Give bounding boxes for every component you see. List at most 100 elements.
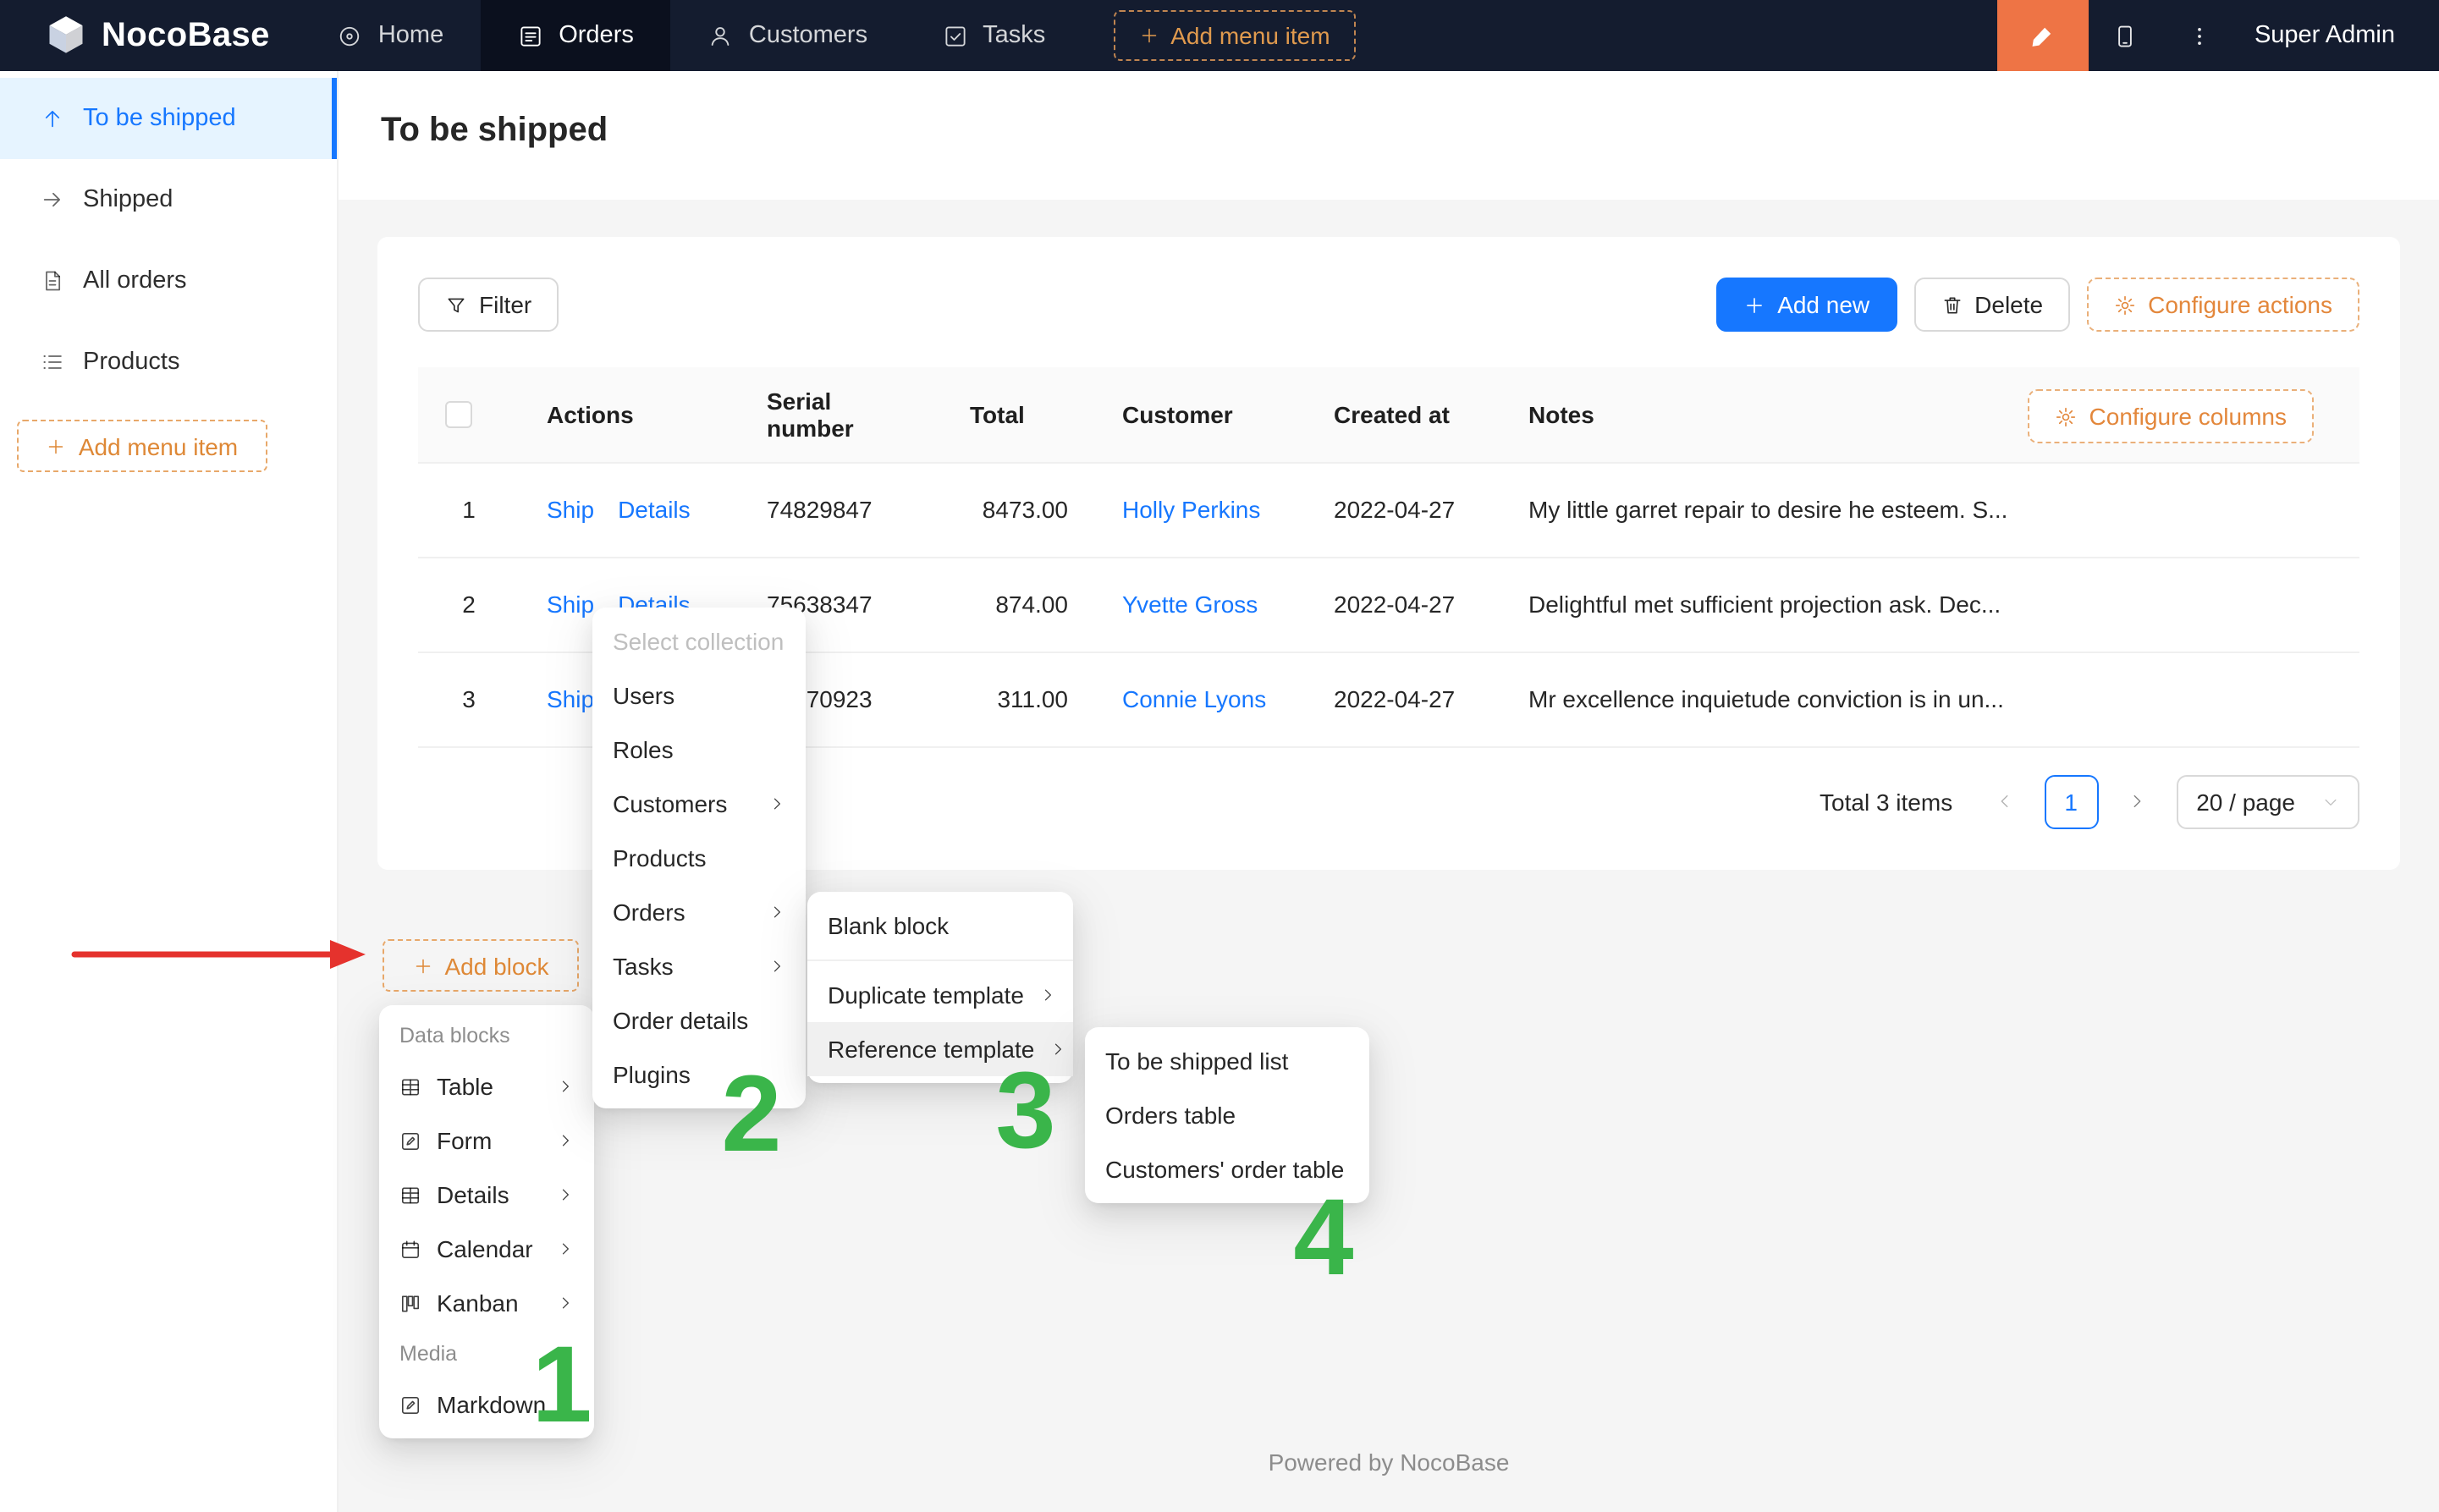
sidebar-item-all-orders[interactable]: All orders	[0, 240, 337, 322]
menu-item-table[interactable]: Table	[379, 1059, 594, 1113]
chevron-right-icon	[768, 795, 785, 812]
chevron-right-icon	[2128, 792, 2146, 811]
row-index: 3	[418, 652, 520, 746]
page-size-select[interactable]: 20 / page	[2176, 774, 2359, 828]
table-icon	[399, 1075, 421, 1097]
orders-icon	[518, 23, 543, 48]
menu-item-users[interactable]: Users	[592, 668, 806, 723]
cell-notes: Delightful met sufficient projection ask…	[1501, 557, 2359, 652]
configure-columns-button[interactable]: Configure columns	[2029, 389, 2314, 443]
add-block-label: Add block	[445, 952, 549, 979]
menu-item-order-details[interactable]: Order details	[592, 993, 806, 1047]
menu-item-products[interactable]: Products	[592, 831, 806, 885]
nav-item-orders[interactable]: Orders	[481, 0, 671, 71]
sidebar-item-shipped[interactable]: Shipped	[0, 159, 337, 240]
plus-icon	[1743, 294, 1765, 316]
configure-columns-label: Configure columns	[2089, 403, 2287, 430]
mobile-preview-button[interactable]	[2089, 0, 2163, 71]
next-page-button[interactable]	[2111, 776, 2162, 827]
menu-item-calendar[interactable]: Calendar	[379, 1222, 594, 1276]
filter-button[interactable]: Filter	[418, 278, 559, 332]
customer-link[interactable]: Yvette Gross	[1122, 591, 1258, 618]
menu-item-customers[interactable]: Customers	[592, 777, 806, 831]
nav-item-tasks[interactable]: Tasks	[905, 0, 1082, 71]
menu-item-tasks[interactable]: Tasks	[592, 939, 806, 993]
markdown-icon	[399, 1394, 421, 1416]
nav-add-menu-item-label: Add menu item	[1170, 22, 1330, 49]
app-root: NocoBase Home Orders Customers Tasks Add…	[0, 0, 2439, 1512]
annotation-step-2: 2	[721, 1059, 781, 1168]
add-new-button[interactable]: Add new	[1716, 278, 1897, 332]
ship-link[interactable]: Ship	[547, 591, 594, 618]
main-nav: Home Orders Customers Tasks Add menu ite…	[300, 0, 1356, 71]
menu-item-label: Markdown	[437, 1391, 546, 1418]
chevron-right-icon	[557, 1240, 574, 1257]
nav-add-menu-item-button[interactable]: Add menu item	[1113, 10, 1355, 61]
menu-item-orders-table[interactable]: Orders table	[1085, 1088, 1369, 1142]
nav-item-customers[interactable]: Customers	[671, 0, 905, 71]
delete-button[interactable]: Delete	[1913, 278, 2070, 332]
nav-item-home[interactable]: Home	[300, 0, 481, 71]
page-header: To be shipped	[339, 71, 2439, 200]
details-link[interactable]: Details	[618, 496, 691, 523]
column-header-total: Total	[943, 367, 1095, 462]
cell-notes: Mr excellence inquietude conviction is i…	[1501, 652, 2359, 746]
cell-created: 2022-04-27	[1307, 462, 1501, 557]
plus-icon	[47, 436, 67, 456]
sidebar-item-to-be-shipped[interactable]: To be shipped	[0, 78, 337, 159]
menu-group-data-blocks: Data blocks	[379, 1012, 594, 1059]
plus-icon	[1138, 25, 1159, 46]
sidebar-add-menu-item-label: Add menu item	[79, 432, 238, 459]
kanban-icon	[399, 1292, 421, 1314]
brand[interactable]: NocoBase	[0, 0, 300, 71]
add-block-button[interactable]: Add block	[383, 939, 579, 992]
ship-link[interactable]: Ship	[547, 685, 594, 712]
page-number-button[interactable]: 1	[2044, 774, 2098, 828]
pagination-total: Total 3 items	[1820, 788, 1952, 815]
menu-item-label: Duplicate template	[828, 981, 1024, 1009]
footer-text: Powered by NocoBase	[339, 1449, 2439, 1476]
customer-link[interactable]: Holly Perkins	[1122, 496, 1260, 523]
collection-search-input[interactable]: Select collection	[592, 614, 806, 668]
menu-item-label: Kanban	[437, 1289, 519, 1317]
configure-actions-button[interactable]: Configure actions	[2087, 278, 2359, 332]
menu-item-label: Table	[437, 1073, 493, 1100]
sidebar-item-label: To be shipped	[83, 105, 236, 132]
filter-icon	[445, 294, 467, 316]
menu-item-to-be-shipped-list[interactable]: To be shipped list	[1085, 1034, 1369, 1088]
menu-item-details[interactable]: Details	[379, 1168, 594, 1222]
menu-item-duplicate-template[interactable]: Duplicate template	[807, 968, 1073, 1022]
plus-icon	[413, 955, 433, 976]
menu-item-label: Orders table	[1105, 1102, 1236, 1129]
menu-item-label: Details	[437, 1181, 509, 1208]
sidebar-add-menu-item-button[interactable]: Add menu item	[17, 420, 267, 472]
gear-icon	[2056, 405, 2078, 427]
select-all-checkbox[interactable]	[445, 402, 472, 429]
sidebar-item-label: All orders	[83, 267, 187, 294]
more-menu-button[interactable]	[2163, 0, 2238, 71]
menu-item-roles[interactable]: Roles	[592, 723, 806, 777]
sidebar-item-products[interactable]: Products	[0, 322, 337, 403]
menu-item-form[interactable]: Form	[379, 1113, 594, 1168]
column-header-serial: Serial number	[740, 367, 943, 462]
menu-item-orders[interactable]: Orders	[592, 885, 806, 939]
chevron-down-icon	[2322, 793, 2339, 810]
customer-link[interactable]: Connie Lyons	[1122, 685, 1266, 712]
menu-item-blank-block[interactable]: Blank block	[807, 899, 1073, 953]
list-icon	[41, 350, 64, 374]
annotation-step-3: 3	[995, 1056, 1055, 1164]
prev-page-button[interactable]	[1979, 776, 2030, 827]
tasks-icon	[942, 23, 967, 48]
cell-total: 874.00	[943, 557, 1095, 652]
chevron-right-icon	[768, 904, 785, 921]
ui-editor-button[interactable]	[1997, 0, 2089, 71]
chevron-right-icon	[557, 1132, 574, 1149]
top-navbar: NocoBase Home Orders Customers Tasks Add…	[0, 0, 2439, 71]
chevron-right-icon	[557, 1295, 574, 1311]
menu-item-kanban[interactable]: Kanban	[379, 1276, 594, 1330]
customers-icon	[708, 23, 734, 48]
menu-item-label: To be shipped list	[1105, 1047, 1288, 1075]
user-menu[interactable]: Super Admin	[2238, 0, 2439, 71]
ship-link[interactable]: Ship	[547, 496, 594, 523]
menu-item-label: Customers	[613, 790, 727, 817]
